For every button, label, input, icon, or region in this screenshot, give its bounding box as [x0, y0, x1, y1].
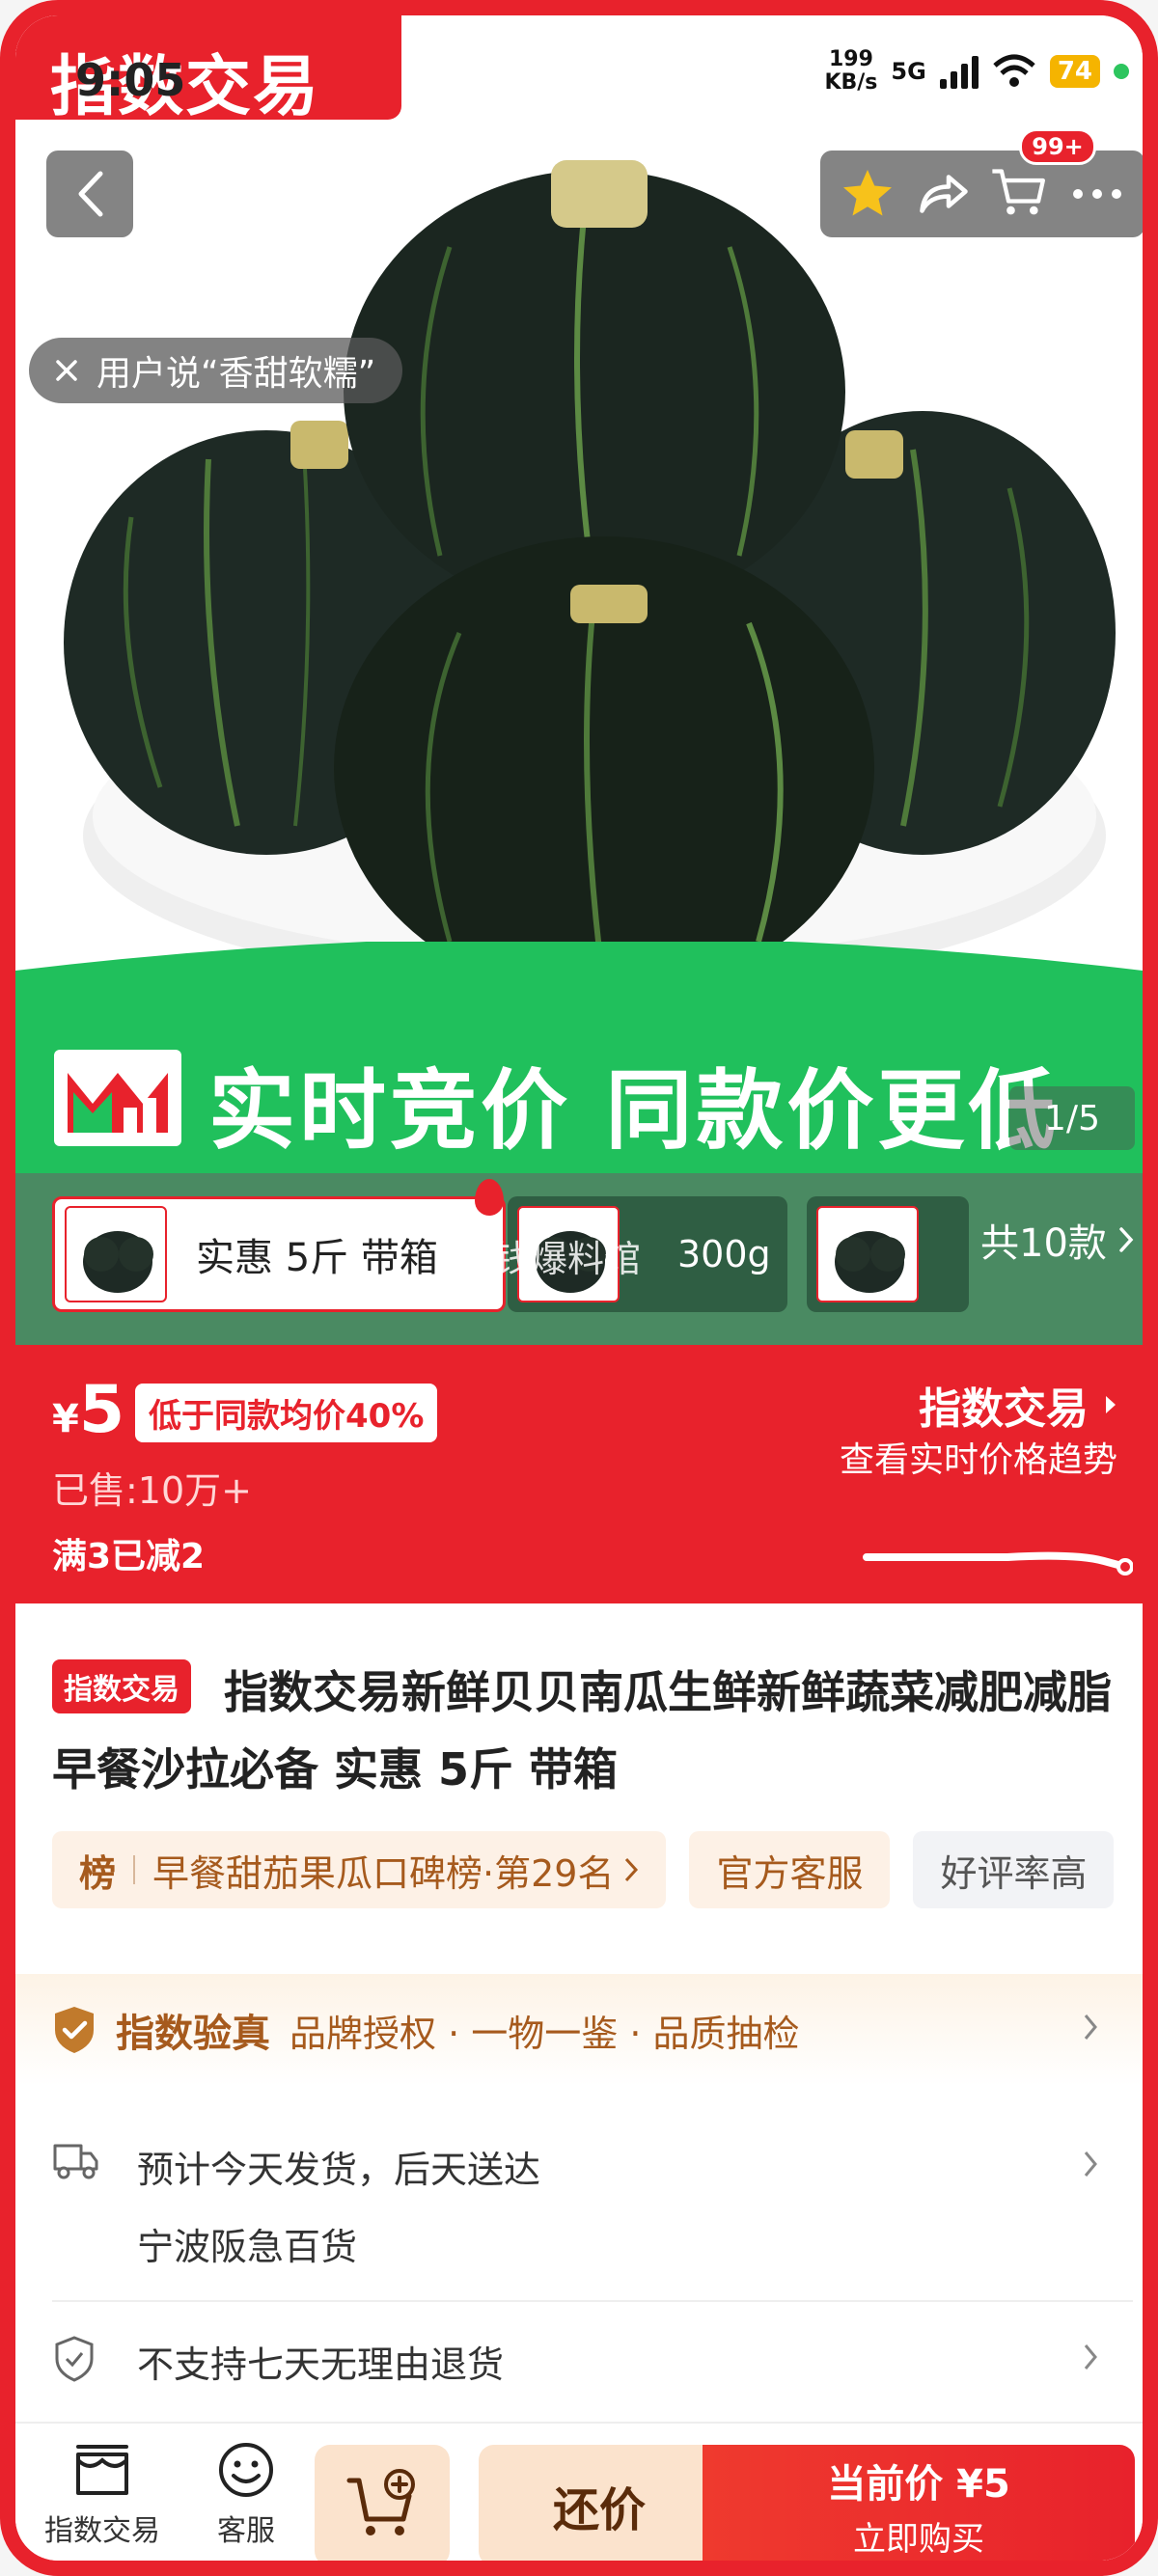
- price-currency: ¥: [52, 1397, 79, 1441]
- user-quote-pill[interactable]: 用户说“香甜软糯”: [29, 338, 403, 403]
- sku-option[interactable]: [807, 1196, 969, 1312]
- chevron-left-icon: [78, 171, 103, 217]
- product-title: 指数交易新鲜贝贝南瓜生鲜新鲜蔬菜减肥减脂早餐沙拉必备 实惠 5斤 带箱: [52, 1666, 1112, 1795]
- star-favorite-icon[interactable]: [839, 165, 896, 223]
- discount-badge: 低于同款均价40%: [135, 1384, 438, 1442]
- network-type: 5G: [891, 58, 926, 85]
- sku-option[interactable]: 实惠 5斤 带箱: [52, 1196, 506, 1312]
- shield-check-icon: [55, 2007, 94, 2053]
- customer-service-label: 客服: [217, 2514, 275, 2548]
- authenticity-subtitle: 品牌授权 · 一物一鉴 · 品质抽检: [290, 2012, 800, 2055]
- caret-right-icon: [1106, 1396, 1116, 1413]
- chevron-right-icon: [1084, 2344, 1097, 2370]
- official-service-chip[interactable]: 官方客服: [689, 1831, 891, 1908]
- status-time: 9:05: [75, 54, 186, 106]
- rank-chip[interactable]: 榜 早餐甜茄果瓜口碑榜·第29名: [52, 1831, 667, 1908]
- banner-slogan: 实时竞价 同款价更低: [208, 1060, 1060, 1162]
- net-speed: 199 KB/s: [824, 48, 877, 95]
- back-button[interactable]: [46, 151, 133, 237]
- hot-flame-icon: [475, 1179, 504, 1216]
- sku-option-label: 实惠 5斤 带箱: [196, 1236, 438, 1280]
- shop-button[interactable]: 指数交易: [44, 2441, 160, 2549]
- info-chips: 榜 早餐甜茄果瓜口碑榜·第29名 官方客服 好评率高: [52, 1831, 1115, 1908]
- privacy-dot: [1114, 64, 1129, 79]
- price-trend-link[interactable]: 查看实时价格趋势: [840, 1432, 1117, 1482]
- wifi-icon: [993, 54, 1035, 87]
- shipping-origin: 宁波阪急百货: [137, 2226, 358, 2268]
- cart-icon: [992, 169, 1046, 215]
- brand-badge: 指数交易: [52, 1659, 191, 1713]
- close-icon[interactable]: [54, 358, 79, 383]
- buy-now-label: 立即购买: [853, 2519, 984, 2559]
- delivery-truck-icon: [53, 2144, 98, 2179]
- authenticity-row[interactable]: 指数验真 品牌授权 · 一物一鉴 · 品质抽检: [15, 1974, 1143, 2086]
- cart-add-icon: [346, 2469, 415, 2535]
- rating-chip[interactable]: 好评率高: [913, 1831, 1115, 1908]
- sku-thumbnail: [65, 1206, 167, 1302]
- index-trade-link[interactable]: 指数交易: [919, 1374, 1117, 1436]
- shipping-estimate: 预计今天发货，后天送达: [137, 2149, 541, 2191]
- promo-text: 满3已减2: [52, 1537, 206, 1576]
- store-icon: [76, 2445, 128, 2495]
- return-policy-text: 不支持七天无理由退货: [137, 2343, 505, 2386]
- smiley-icon: [219, 2443, 273, 2497]
- index-trade-label: 指数交易: [919, 1384, 1089, 1434]
- product-info: 指数交易新鲜贝贝南瓜生鲜新鲜蔬菜减肥减脂早餐沙拉必备 实惠 5斤 带箱 指数交易…: [15, 1603, 1143, 1951]
- add-to-cart-button[interactable]: [315, 2445, 450, 2561]
- buy-price: 当前价 ¥5: [827, 2461, 1010, 2507]
- shield-icon: [55, 2336, 94, 2382]
- top-action-group: 99+: [820, 128, 1143, 237]
- divider: [52, 2300, 1133, 2302]
- chevron-right-icon: [625, 1857, 639, 1882]
- user-quote-text: 用户说“香甜软糯”: [96, 354, 376, 394]
- cart-button[interactable]: 99+: [990, 128, 1096, 225]
- chevron-right-icon: [1084, 2151, 1097, 2177]
- chip-divider: [133, 1855, 136, 1884]
- shipping-row[interactable]: 预计今天发货，后天送达 宁波阪急百货: [15, 2109, 1143, 2302]
- sku-total-label: 共10款: [980, 1221, 1107, 1266]
- sold-count: 已售:10万+: [52, 1469, 252, 1512]
- signal-icon: [939, 54, 979, 89]
- index-logo-icon: [54, 1050, 181, 1146]
- buy-now-button[interactable]: 当前价 ¥5 立即购买: [703, 2445, 1135, 2561]
- chevron-right-icon: [1084, 2014, 1097, 2040]
- price-bar: ¥5 低于同款均价40% 已售:10万+ 满3已减2 指数交易 查看实时价格趋势: [15, 1345, 1143, 1603]
- status-bar-right: 199 KB/s 5G 74: [824, 48, 1129, 95]
- phone-frame: 指数交易 9:05 199 KB/s 5G 74 99+ 用户说“香甜软糯” 实…: [0, 0, 1158, 2576]
- cart-badge: 99+: [1019, 128, 1096, 165]
- rank-chip-text: 早餐甜茄果瓜口碑榜·第29名: [152, 1851, 615, 1895]
- battery-indicator: 74: [1049, 55, 1100, 88]
- sku-option-label: 300g: [677, 1233, 771, 1275]
- product-hero[interactable]: 指数交易 9:05 199 KB/s 5G 74 99+ 用户说“香甜软糯”: [15, 15, 1143, 1009]
- brand-tab: 指数交易: [15, 15, 401, 125]
- sku-total-button[interactable]: 共10款: [980, 1212, 1134, 1268]
- customer-service-button[interactable]: 客服: [216, 2441, 276, 2549]
- image-page-indicator: 1/5: [1009, 1086, 1135, 1150]
- haggle-button[interactable]: 还价: [479, 2445, 720, 2561]
- price-trend-sparkline: [863, 1551, 1133, 1576]
- sku-thumbnail: [816, 1206, 919, 1302]
- shop-overlay-text: 省钱爆料馆: [457, 1238, 642, 1280]
- price-value: 5: [78, 1372, 125, 1448]
- chevron-right-icon: [1119, 1227, 1134, 1252]
- more-icon[interactable]: [1068, 184, 1126, 204]
- bottom-action-bar: 指数交易 客服 还价 当前价 ¥5 立即购买: [15, 2422, 1143, 2561]
- price: ¥5: [52, 1372, 124, 1448]
- authenticity-title: 指数验真: [116, 2012, 270, 2056]
- net-speed-value: 199: [828, 47, 873, 71]
- rank-chip-label: 榜: [79, 1851, 117, 1895]
- share-icon[interactable]: [915, 165, 973, 223]
- return-policy-row[interactable]: 不支持七天无理由退货: [15, 2312, 1143, 2408]
- net-speed-unit: KB/s: [824, 70, 878, 95]
- shop-label: 指数交易: [44, 2514, 160, 2548]
